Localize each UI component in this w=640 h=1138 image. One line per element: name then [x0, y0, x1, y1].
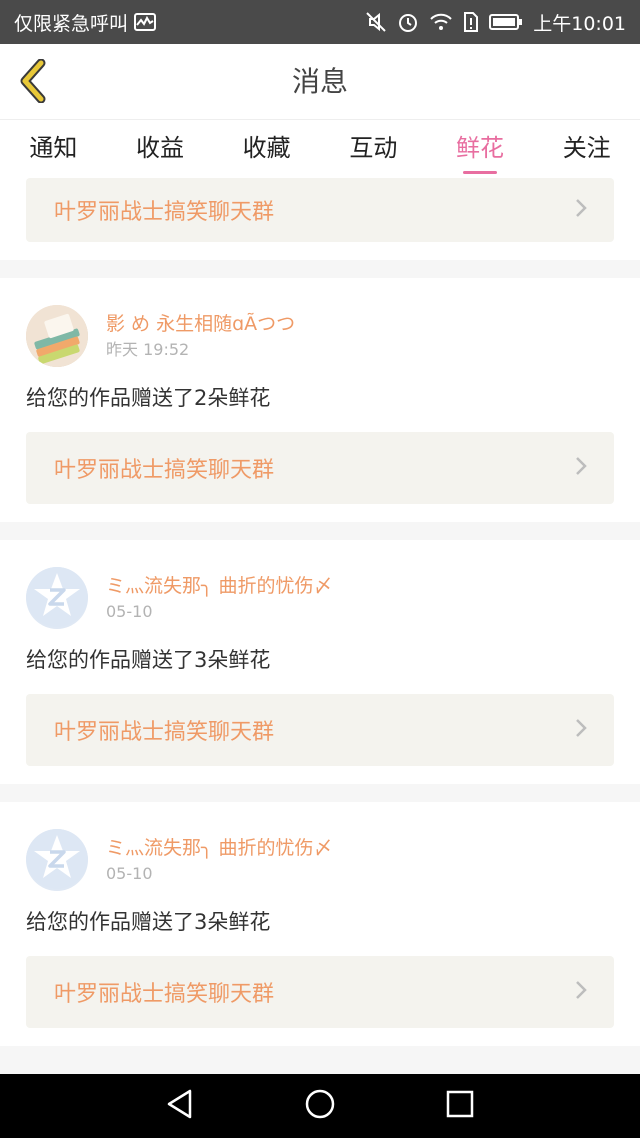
timestamp: 05-10 — [106, 602, 153, 621]
timestamp: 05-10 — [106, 864, 153, 883]
group-link[interactable]: 叶罗丽战士搞笑聊天群 — [26, 178, 614, 242]
username[interactable]: ミ灬流失那╮ 曲折的忧伤〆 — [106, 572, 332, 600]
default-avatar-icon — [26, 567, 88, 629]
tab-flowers[interactable]: 鲜花 — [427, 120, 534, 178]
mute-icon — [365, 11, 387, 33]
activity-icon — [134, 13, 157, 31]
tab-earnings[interactable]: 收益 — [107, 120, 214, 178]
chevron-right-icon — [574, 979, 588, 1005]
group-name: 叶罗丽战士搞笑聊天群 — [54, 982, 275, 1007]
tab-interactions[interactable]: 互动 — [320, 120, 427, 178]
circle-home-icon — [304, 1088, 336, 1124]
tab-label: 收益 — [136, 134, 184, 162]
recents-nav-button[interactable] — [430, 1076, 490, 1136]
back-nav-button[interactable] — [150, 1076, 210, 1136]
wifi-icon — [429, 12, 453, 32]
tab-label: 互动 — [349, 134, 398, 162]
alarm-icon — [397, 11, 419, 33]
message-text: 给您的作品赠送了3朵鲜花 — [26, 648, 271, 672]
avatar[interactable] — [26, 305, 88, 367]
nav-bar: 消息 — [0, 44, 640, 120]
group-link[interactable]: 叶罗丽战士搞笑聊天群 — [26, 694, 614, 766]
avatar[interactable] — [26, 829, 88, 891]
tab-label: 关注 — [562, 134, 611, 162]
message-list[interactable]: 叶罗丽战士搞笑聊天群 影 め 永生相随ɑÃつつ 昨天 19:52 给您的作品赠送… — [0, 178, 640, 1074]
chevron-left-icon — [19, 58, 49, 107]
group-link[interactable]: 叶罗丽战士搞笑聊天群 — [26, 432, 614, 504]
user-row: 影 め 永生相随ɑÃつつ 昨天 19:52 — [26, 304, 614, 368]
group-link[interactable]: 叶罗丽战士搞笑聊天群 — [26, 956, 614, 1028]
tab-label: 通知 — [29, 134, 78, 162]
avatar[interactable] — [26, 567, 88, 629]
chevron-right-icon — [574, 197, 588, 223]
clock-text: 上午10:01 — [533, 12, 626, 35]
message-text: 给您的作品赠送了2朵鲜花 — [26, 386, 271, 410]
system-nav-bar — [0, 1074, 640, 1138]
battery-icon — [489, 13, 523, 31]
list-item: 影 め 永生相随ɑÃつつ 昨天 19:52 给您的作品赠送了2朵鲜花 叶罗丽战士… — [0, 278, 640, 522]
chevron-right-icon — [574, 717, 588, 743]
list-item: ミ灬流失那╮ 曲折的忧伤〆 05-10 给您的作品赠送了3朵鲜花 叶罗丽战士搞笑… — [0, 540, 640, 784]
group-name: 叶罗丽战士搞笑聊天群 — [54, 458, 275, 483]
page-title: 消息 — [291, 65, 348, 98]
group-name: 叶罗丽战士搞笑聊天群 — [54, 200, 275, 225]
list-item: 叶罗丽战士搞笑聊天群 — [0, 178, 640, 260]
tab-notifications[interactable]: 通知 — [0, 120, 107, 178]
tab-favorites[interactable]: 收藏 — [213, 120, 320, 178]
user-row: ミ灬流失那╮ 曲折的忧伤〆 05-10 — [26, 566, 614, 630]
active-tab-indicator — [463, 171, 498, 174]
tab-label: 鲜花 — [456, 134, 505, 162]
group-name: 叶罗丽战士搞笑聊天群 — [54, 720, 275, 745]
back-button[interactable] — [14, 58, 54, 107]
list-item: ミ灬流失那╮ 曲折的忧伤〆 05-10 给您的作品赠送了3朵鲜花 叶罗丽战士搞笑… — [0, 802, 640, 1046]
user-row: ミ灬流失那╮ 曲折的忧伤〆 05-10 — [26, 828, 614, 892]
home-nav-button[interactable] — [290, 1076, 350, 1136]
carrier-text: 仅限紧急呼叫 — [14, 12, 129, 35]
tab-label: 收藏 — [242, 134, 291, 162]
status-bar: 仅限紧急呼叫 上午10:01 — [0, 0, 640, 44]
sim-icon — [463, 11, 479, 33]
square-recents-icon — [445, 1089, 475, 1123]
timestamp: 昨天 19:52 — [106, 340, 190, 359]
tab-following[interactable]: 关注 — [533, 120, 640, 178]
tab-bar: 通知 收益 收藏 互动 鲜花 关注 — [0, 120, 640, 178]
message-text: 给您的作品赠送了3朵鲜花 — [26, 910, 271, 934]
username[interactable]: 影 め 永生相随ɑÃつつ — [106, 310, 295, 338]
triangle-back-icon — [165, 1088, 195, 1124]
default-avatar-icon — [26, 829, 88, 891]
username[interactable]: ミ灬流失那╮ 曲折的忧伤〆 — [106, 834, 332, 862]
chevron-right-icon — [574, 455, 588, 481]
